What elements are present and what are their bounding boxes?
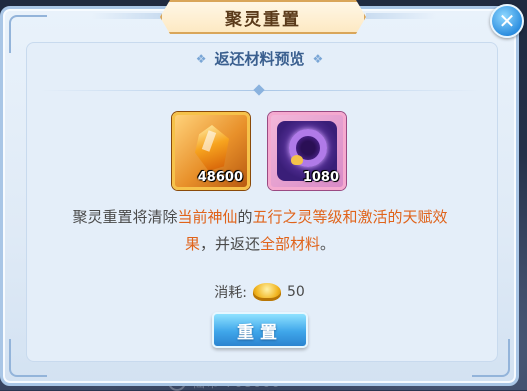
- section-title: 返还材料预览: [214, 50, 305, 68]
- diamond-sparkle-icon: ❖: [195, 51, 207, 66]
- desc-highlight: 当前神仙: [177, 208, 238, 226]
- item-slot-orb[interactable]: 1080: [268, 112, 346, 190]
- cost-row: 消耗: 50: [0, 282, 519, 302]
- desc-part: 的: [237, 208, 253, 226]
- cost-amount: 50: [286, 284, 305, 300]
- reset-button-label: 重置: [237, 322, 283, 343]
- orb-gem: [291, 155, 303, 165]
- dialog-title: 聚灵重置: [225, 9, 301, 30]
- reset-button[interactable]: 重置: [212, 312, 308, 348]
- reset-description: 聚灵重置将清除当前神仙的五行之灵等级和激活的天赋效果，并返还全部材料。: [60, 204, 460, 258]
- section-header: ❖ 返还材料预览 ❖: [0, 48, 519, 69]
- desc-part: 聚灵重置将清除: [72, 208, 178, 226]
- desc-part: 。: [320, 235, 336, 253]
- item-count: 48600: [197, 170, 243, 185]
- close-icon: ✕: [498, 9, 516, 33]
- desc-part: ，并返还: [199, 235, 260, 253]
- title-plate: 聚灵重置: [160, 0, 366, 34]
- title-ornament: [92, 13, 162, 19]
- close-button[interactable]: ✕: [490, 4, 524, 38]
- diamond-sparkle-icon: ❖: [312, 51, 324, 66]
- item-slot-crystal[interactable]: 48600: [172, 112, 250, 190]
- cost-label: 消耗:: [214, 285, 247, 301]
- gold-ingot-icon: [252, 283, 281, 301]
- desc-highlight: 全部材料: [260, 235, 321, 253]
- item-count: 1080: [302, 170, 339, 185]
- title-ornament: [366, 13, 436, 19]
